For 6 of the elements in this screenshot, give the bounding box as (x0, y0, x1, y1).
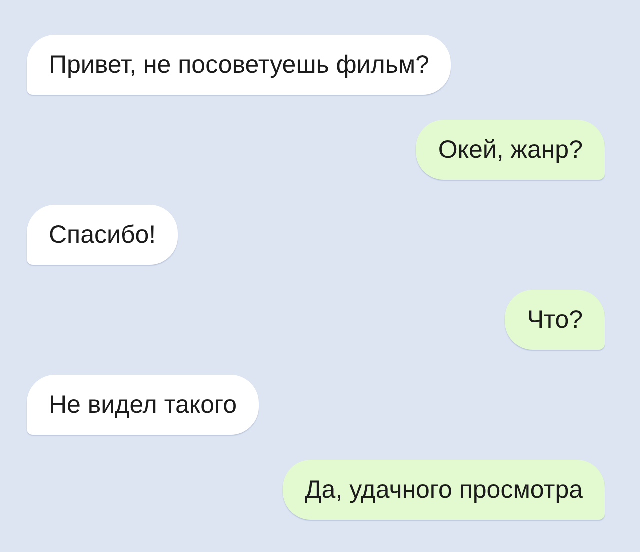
incoming-message: Привет, не посоветуешь фильм? (27, 35, 452, 95)
outgoing-message: Что? (505, 290, 605, 350)
incoming-message: Не видел такого (27, 375, 260, 435)
outgoing-message: Окей, жанр? (416, 120, 605, 180)
outgoing-message: Да, удачного просмотра (282, 460, 605, 520)
incoming-message: Спасибо! (27, 205, 178, 265)
